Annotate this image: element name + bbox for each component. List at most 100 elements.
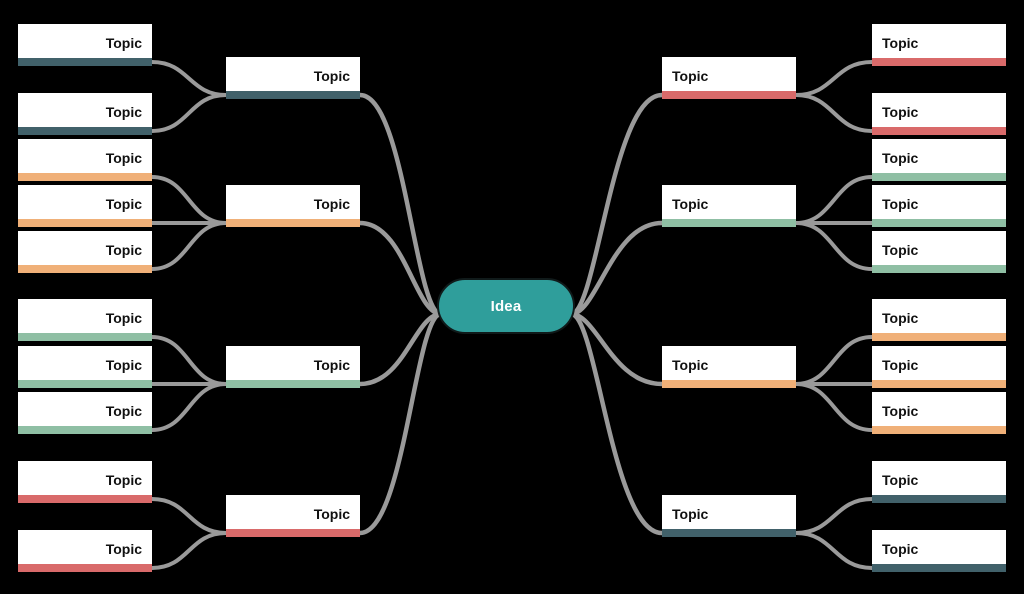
node-label: Topic (882, 472, 919, 488)
connector-edge (150, 335, 228, 386)
node-accent-bar (872, 333, 1006, 341)
leaf-node-left-leaf-2-1[interactable]: Topic (18, 139, 152, 181)
connector-edge (568, 220, 665, 317)
node-label: Topic (105, 541, 142, 557)
connector-edge (794, 382, 874, 432)
node-label: Topic (882, 35, 919, 51)
node-label: Topic (672, 68, 709, 84)
connector-edge (794, 60, 874, 97)
node-accent-bar (18, 173, 152, 181)
connector-edge (794, 497, 874, 535)
node-label: Topic (105, 403, 142, 419)
leaf-node-right-leaf-4-1[interactable]: Topic (872, 461, 1006, 503)
node-label: Topic (882, 357, 919, 373)
connector-edge (150, 221, 228, 271)
node-label: Topic (313, 357, 350, 373)
node-label: Topic (882, 150, 919, 166)
node-label: Topic (882, 310, 919, 326)
connector-edge (150, 497, 228, 535)
leaf-node-right-leaf-2-2[interactable]: Topic (872, 185, 1006, 227)
node-label: Topic (105, 310, 142, 326)
node-accent-bar (872, 58, 1006, 66)
node-label: Topic (313, 196, 350, 212)
node-label: Topic (672, 357, 709, 373)
node-accent-bar (18, 58, 152, 66)
node-label: Topic (105, 472, 142, 488)
node-label: Topic (882, 242, 919, 258)
leaf-node-left-leaf-2-2[interactable]: Topic (18, 185, 152, 227)
node-accent-bar (18, 333, 152, 341)
node-label: Topic (882, 104, 919, 120)
branch-node-left-branch-1[interactable]: Topic (226, 57, 360, 99)
node-accent-bar (872, 495, 1006, 503)
branch-node-right-branch-4[interactable]: Topic (662, 495, 796, 537)
node-label: Topic (672, 506, 709, 522)
node-accent-bar (662, 91, 796, 99)
node-label: Topic (105, 357, 142, 373)
leaf-node-right-leaf-1-2[interactable]: Topic (872, 93, 1006, 135)
branch-node-left-branch-3[interactable]: Topic (226, 346, 360, 388)
node-accent-bar (662, 380, 796, 388)
connector-edge (794, 93, 874, 133)
node-accent-bar (18, 495, 152, 503)
node-accent-bar (18, 219, 152, 227)
connector-edge (568, 311, 665, 536)
node-accent-bar (18, 426, 152, 434)
leaf-node-left-leaf-4-2[interactable]: Topic (18, 530, 152, 572)
center-idea-label: Idea (490, 297, 522, 315)
leaf-node-left-leaf-1-1[interactable]: Topic (18, 24, 152, 66)
node-label: Topic (105, 104, 142, 120)
leaf-node-right-leaf-3-1[interactable]: Topic (872, 299, 1006, 341)
node-accent-bar (226, 219, 360, 227)
leaf-node-left-leaf-3-3[interactable]: Topic (18, 392, 152, 434)
node-accent-bar (226, 380, 360, 388)
node-accent-bar (18, 265, 152, 273)
node-accent-bar (872, 127, 1006, 135)
connector-edge (150, 60, 228, 97)
leaf-node-left-leaf-1-2[interactable]: Topic (18, 93, 152, 135)
branch-node-right-branch-1[interactable]: Topic (662, 57, 796, 99)
node-accent-bar (872, 564, 1006, 572)
node-label: Topic (105, 35, 142, 51)
connector-edge (794, 531, 874, 570)
branch-node-right-branch-3[interactable]: Topic (662, 346, 796, 388)
branch-node-right-branch-2[interactable]: Topic (662, 185, 796, 227)
connector-edge (794, 175, 874, 225)
node-accent-bar (226, 91, 360, 99)
branch-node-left-branch-4[interactable]: Topic (226, 495, 360, 537)
leaf-node-right-leaf-2-3[interactable]: Topic (872, 231, 1006, 273)
leaf-node-left-leaf-2-3[interactable]: Topic (18, 231, 152, 273)
node-accent-bar (18, 564, 152, 572)
connector-edge (357, 311, 444, 536)
leaf-node-right-leaf-3-3[interactable]: Topic (872, 392, 1006, 434)
leaf-node-left-leaf-3-2[interactable]: Topic (18, 346, 152, 388)
node-label: Topic (105, 196, 142, 212)
node-accent-bar (872, 219, 1006, 227)
leaf-node-right-leaf-4-2[interactable]: Topic (872, 530, 1006, 572)
leaf-node-right-leaf-3-2[interactable]: Topic (872, 346, 1006, 388)
connector-edge (794, 221, 874, 271)
node-label: Topic (882, 541, 919, 557)
node-label: Topic (313, 506, 350, 522)
node-accent-bar (18, 127, 152, 135)
center-idea-node[interactable]: Idea (437, 278, 575, 334)
node-label: Topic (313, 68, 350, 84)
node-accent-bar (872, 265, 1006, 273)
node-label: Topic (882, 196, 919, 212)
branch-node-left-branch-2[interactable]: Topic (226, 185, 360, 227)
connector-edge (357, 92, 444, 317)
node-label: Topic (672, 196, 709, 212)
leaf-node-right-leaf-2-1[interactable]: Topic (872, 139, 1006, 181)
node-accent-bar (872, 380, 1006, 388)
leaf-node-left-leaf-4-1[interactable]: Topic (18, 461, 152, 503)
node-label: Topic (105, 242, 142, 258)
node-label: Topic (105, 150, 142, 166)
connector-edge (568, 92, 665, 317)
leaf-node-right-leaf-1-1[interactable]: Topic (872, 24, 1006, 66)
leaf-node-left-leaf-3-1[interactable]: Topic (18, 299, 152, 341)
connector-edge (150, 93, 228, 133)
node-accent-bar (18, 380, 152, 388)
node-accent-bar (872, 426, 1006, 434)
connector-edge (568, 311, 665, 387)
node-accent-bar (872, 173, 1006, 181)
